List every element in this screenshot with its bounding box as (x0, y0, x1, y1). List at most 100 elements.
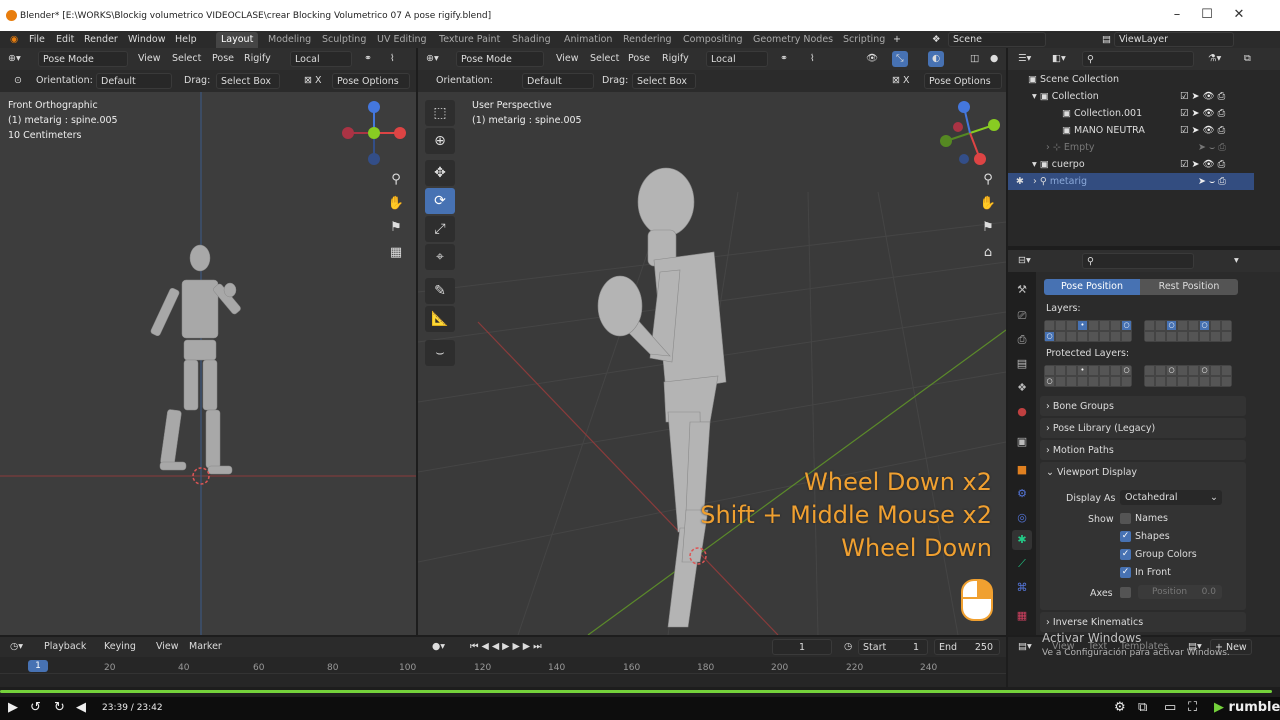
menu-pose[interactable]: Pose (208, 51, 238, 67)
bone-groups-panel[interactable]: › Bone Groups (1040, 396, 1246, 416)
view-layer-selector[interactable]: ViewLayer (1114, 32, 1234, 47)
snap-icon[interactable]: ⌇ (386, 51, 399, 67)
record-icon[interactable]: ●▾ (428, 639, 449, 655)
pivot-icon[interactable]: ⚭ (360, 51, 376, 67)
menu-playback[interactable]: Playback (40, 639, 90, 655)
measure-tool-icon[interactable]: 📐 (425, 306, 455, 332)
shapes-checkbox[interactable]: ✓ Shapes (1120, 531, 1170, 542)
filter-icon[interactable]: ⚗▾ (1204, 51, 1225, 67)
grid-toggle-icon[interactable]: ▦ (386, 243, 406, 263)
fullscreen-icon[interactable]: ⛶ (1188, 700, 1197, 715)
bone-tab-icon[interactable]: ⟋ (1012, 554, 1032, 574)
outliner-search-input[interactable]: ⚲ (1082, 51, 1194, 67)
menu-file[interactable]: File (25, 31, 49, 48)
tab-uv-editing[interactable]: UV Editing (372, 32, 432, 48)
layers-grid-right[interactable]: ○ ○ (1144, 320, 1232, 342)
shading-solid-icon[interactable]: ● (986, 51, 1002, 67)
perspective-toggle-icon[interactable]: ⌂ (978, 243, 998, 263)
blender-menu-icon[interactable]: ◉ (6, 31, 22, 48)
visibility-icon[interactable]: 👁 (862, 51, 882, 67)
outliner-row-metarig[interactable]: ✱ › ⚲ metarig ➤ ⌣ ⎙ (1008, 173, 1254, 190)
menu-help[interactable]: Help (171, 31, 201, 48)
snap-icon[interactable]: ⌇ (806, 51, 819, 67)
end-frame-field[interactable]: End 250 (934, 639, 1000, 655)
transform-tool-icon[interactable]: ⌖ (425, 244, 455, 270)
protected-layers-grid-right[interactable]: ○ ○ (1144, 365, 1232, 387)
tab-shading[interactable]: Shading (507, 32, 556, 48)
transform-orientation[interactable]: Local (706, 51, 768, 67)
outliner-row-scene-collection[interactable]: ▣ Scene Collection (1008, 71, 1254, 88)
scene-icon[interactable]: ❖ (928, 31, 945, 48)
right-viewport[interactable]: User Perspective (1) metarig : spine.005… (418, 92, 1006, 635)
zoom-icon[interactable]: ⚲ (386, 170, 406, 190)
view-layer-tab-icon[interactable]: ▤ (1012, 354, 1032, 374)
preview-range-icon[interactable]: ◷ (840, 639, 856, 655)
minimize-button[interactable]: – (1162, 7, 1192, 22)
forward-icon[interactable]: ↻ (54, 700, 65, 715)
scene-tab-icon[interactable]: ❖ (1012, 378, 1032, 398)
collection-tab-icon[interactable]: ▣ (1012, 432, 1032, 452)
axis-x-toggle[interactable]: ⊠ X (300, 73, 326, 89)
motion-paths-panel[interactable]: › Motion Paths (1040, 440, 1246, 460)
menu-rigify[interactable]: Rigify (658, 51, 693, 67)
in-front-checkbox[interactable]: ✓ In Front (1120, 567, 1171, 578)
drag-selector[interactable]: Select Box (632, 73, 696, 89)
replay-icon[interactable]: ↺ (30, 700, 41, 715)
new-collection-icon[interactable]: ⧉ (1240, 51, 1255, 67)
playhead[interactable]: 1 (28, 660, 48, 672)
output-tab-icon[interactable]: ⎙ (1012, 330, 1032, 350)
axes-position-field[interactable]: Position 0.0 (1138, 585, 1222, 599)
tab-animation[interactable]: Animation (559, 32, 617, 48)
menu-view[interactable]: View (134, 51, 165, 67)
armature-data-tab-icon[interactable]: ✱ (1012, 530, 1032, 550)
menu-view[interactable]: View (152, 639, 183, 655)
menu-select[interactable]: Select (586, 51, 623, 67)
start-frame-field[interactable]: Start 1 (858, 639, 928, 655)
pose-options-button[interactable]: Pose Options (332, 73, 410, 89)
pan-hand-icon[interactable]: ✋ (978, 194, 998, 214)
menu-keying[interactable]: Keying (100, 639, 140, 655)
theater-mode-icon[interactable]: ▭ (1164, 700, 1176, 715)
overlay-toggle-icon[interactable]: ◐ (928, 51, 945, 67)
tab-geometry-nodes[interactable]: Geometry Nodes (748, 32, 838, 48)
physics-tab-icon[interactable]: ◎ (1012, 508, 1032, 528)
outliner-row-mano-neutra[interactable]: ▣ MANO NEUTRA ☑ ➤ 👁 ⎙ (1008, 122, 1254, 139)
outliner-row-cuerpo[interactable]: ▾ ▣ cuerpo ☑ ➤ 👁 ⎙ (1008, 156, 1254, 173)
camera-icon[interactable]: ⚑ (386, 218, 406, 238)
texture-tab-icon[interactable]: ▦ (1012, 606, 1032, 626)
tab-texture-paint[interactable]: Texture Paint (434, 32, 505, 48)
layers-grid-left[interactable]: • ○ ○ (1044, 320, 1132, 342)
play-icon[interactable]: ▶ (8, 700, 18, 715)
tool-tab-icon[interactable]: ⚒ (1012, 280, 1032, 300)
tab-modeling[interactable]: Modeling (263, 32, 316, 48)
current-frame-field[interactable]: 1 (772, 639, 832, 655)
timeline-editor-icon[interactable]: ◷▾ (6, 639, 27, 655)
scene-selector[interactable]: Scene (948, 32, 1046, 47)
add-workspace-icon[interactable]: + (888, 32, 906, 48)
outliner-editor-icon[interactable]: ☰▾ (1014, 51, 1035, 67)
close-button[interactable]: ✕ (1224, 7, 1254, 22)
menu-window[interactable]: Window (124, 31, 169, 48)
rest-position-button[interactable]: Rest Position (1140, 279, 1238, 295)
axes-checkbox[interactable] (1120, 587, 1135, 598)
menu-rigify[interactable]: Rigify (240, 51, 275, 67)
playback-controls[interactable]: ⏮◀◀▶▶▶⏭ (466, 639, 549, 655)
left-viewport[interactable]: Front Orthographic (1) metarig : spine.0… (0, 92, 416, 635)
menu-view[interactable]: View (552, 51, 583, 67)
properties-editor-icon[interactable]: ⊟▾ (1014, 253, 1035, 269)
pin-icon[interactable]: ▾ (1230, 253, 1243, 269)
bone-constraint-tab-icon[interactable]: ⌘ (1012, 578, 1032, 598)
tab-scripting[interactable]: Scripting (838, 32, 890, 48)
miniplayer-icon[interactable]: ⧉ (1138, 700, 1147, 715)
volume-icon[interactable]: ◀ (76, 700, 86, 715)
select-box-tool-icon[interactable]: ⬚ (425, 100, 455, 126)
navigation-gizmo[interactable] (340, 97, 410, 169)
cursor-tool-icon[interactable]: ⊕ (425, 128, 455, 154)
tab-layout[interactable]: Layout (216, 32, 259, 48)
outliner-row-empty[interactable]: › ⊹ Empty ➤ ⌣ ⎙ (1008, 139, 1254, 156)
render-tab-icon[interactable]: ⎚ (1012, 306, 1032, 326)
outliner-row-collection[interactable]: ▾ ▣ Collection ☑ ➤ 👁 ⎙ (1008, 88, 1254, 105)
group-colors-checkbox[interactable]: ✓ Group Colors (1120, 549, 1197, 560)
names-checkbox[interactable]: Names (1120, 513, 1168, 524)
scale-tool-icon[interactable]: ⤢ (425, 216, 455, 242)
